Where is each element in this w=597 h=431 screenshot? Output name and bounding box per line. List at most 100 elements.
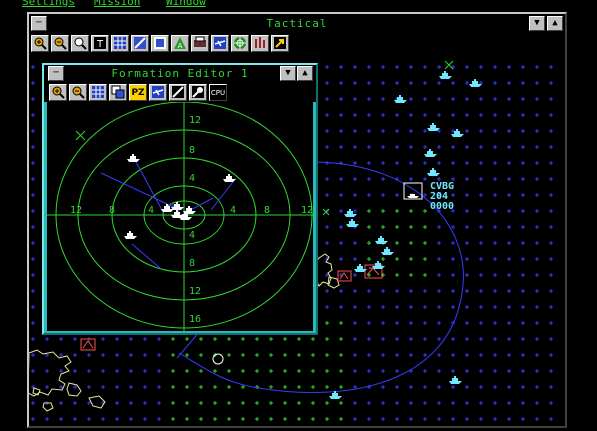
ship-icon[interactable] xyxy=(346,219,359,227)
fe-grid-button[interactable] xyxy=(89,84,107,101)
fe-maximize-button[interactable]: ▲ xyxy=(297,66,313,81)
grid-marker xyxy=(507,385,511,389)
grid-marker xyxy=(493,241,497,245)
grid-marker xyxy=(423,289,427,293)
grid-marker xyxy=(479,353,483,357)
arrow-button[interactable] xyxy=(271,35,289,52)
ship-icon[interactable] xyxy=(223,174,236,182)
grid-marker xyxy=(535,193,539,197)
grid-marker xyxy=(437,417,441,421)
grid-marker xyxy=(451,289,455,293)
formation-editor-titlebar[interactable]: ─ Formation Editor 1 ▼ ▲ xyxy=(44,65,316,83)
grid-marker xyxy=(409,337,413,341)
aircraft-button[interactable] xyxy=(211,35,229,52)
grid-marker xyxy=(535,97,539,101)
ship-icon[interactable] xyxy=(127,154,140,162)
grid-marker xyxy=(549,385,553,389)
grid-marker xyxy=(31,273,35,277)
zoom-in-button[interactable] xyxy=(31,35,49,52)
formation-icon xyxy=(154,37,166,49)
formation-plot: 12 8 4 4 8 12 16 12 8 4 4 8 12 xyxy=(47,102,313,331)
grid-marker xyxy=(479,97,483,101)
text-tool-button[interactable]: T xyxy=(91,35,109,52)
pz-icon: PZ xyxy=(131,88,145,98)
fe-zoom-out-button[interactable] xyxy=(69,84,87,101)
x-marker[interactable] xyxy=(75,130,86,141)
fe-cpu-button[interactable]: CPU xyxy=(209,84,227,101)
grid-marker xyxy=(353,321,357,325)
grid-marker xyxy=(549,305,553,309)
formation-button[interactable] xyxy=(151,35,169,52)
menu-mission[interactable]: Mission xyxy=(94,0,140,8)
formation-editor-title: Formation Editor 1 xyxy=(111,67,249,80)
waypoint-marker[interactable] xyxy=(212,353,224,365)
tactical-minimize-button[interactable]: ▼ xyxy=(529,16,545,31)
ship-icon[interactable] xyxy=(427,123,440,131)
print-button[interactable] xyxy=(191,35,209,52)
menu-window[interactable]: Window xyxy=(166,0,206,8)
tactical-toolbar: T A xyxy=(29,34,565,53)
fe-pz-button[interactable]: PZ xyxy=(129,84,147,101)
x-marker[interactable] xyxy=(322,208,330,216)
ship-icon[interactable] xyxy=(375,236,388,244)
grid-marker xyxy=(437,369,441,373)
grid-button[interactable] xyxy=(111,35,129,52)
fe-wind-button[interactable] xyxy=(169,84,187,101)
grid-marker xyxy=(451,353,455,357)
grid-marker xyxy=(521,337,525,341)
probe-icon xyxy=(192,86,204,98)
grid-marker xyxy=(339,305,343,309)
grid-marker xyxy=(381,385,385,389)
ship-group xyxy=(329,71,482,399)
wind-button[interactable] xyxy=(131,35,149,52)
hostile-base-marker[interactable] xyxy=(80,338,96,351)
fe-copy-button[interactable] xyxy=(109,84,127,101)
arrow-icon xyxy=(274,37,286,49)
grid-marker xyxy=(493,369,497,373)
fe-minimize-button[interactable]: ▼ xyxy=(280,66,296,81)
formation-canvas[interactable]: 12 8 4 4 8 12 16 12 8 4 4 8 12 xyxy=(47,102,313,331)
grid-marker xyxy=(185,337,189,341)
grid-marker xyxy=(325,193,329,197)
grid-marker xyxy=(549,241,553,245)
grid-marker xyxy=(381,209,385,213)
grid-marker xyxy=(423,225,427,229)
grid-marker xyxy=(409,353,413,357)
grid-marker xyxy=(437,401,441,405)
tactical-maximize-button[interactable]: ▲ xyxy=(547,16,563,31)
ring-label: 8 xyxy=(189,258,195,269)
grid-marker xyxy=(507,257,511,261)
grid-marker xyxy=(381,257,385,261)
fe-zoom-in-button[interactable] xyxy=(49,84,67,101)
ship-icon[interactable] xyxy=(427,168,440,176)
grid-marker xyxy=(353,113,357,117)
tactical-titlebar[interactable]: ─ Tactical ▼ ▲ xyxy=(29,14,565,34)
grid-marker xyxy=(339,353,343,357)
grid-marker xyxy=(199,401,203,405)
scale-button[interactable]: A xyxy=(171,35,189,52)
ship-icon[interactable] xyxy=(439,71,452,79)
grid-marker xyxy=(31,97,35,101)
fe-probe-button[interactable] xyxy=(189,84,207,101)
fe-aircraft-button[interactable] xyxy=(149,84,167,101)
grid-marker xyxy=(507,273,511,277)
search-button[interactable] xyxy=(71,35,89,52)
ship-icon[interactable] xyxy=(381,247,394,255)
grid-marker xyxy=(199,337,203,341)
x-marker[interactable] xyxy=(444,60,454,70)
grid-marker xyxy=(507,177,511,181)
menu-settings[interactable]: Settings xyxy=(22,0,75,8)
ship-icon[interactable] xyxy=(449,376,462,384)
bars-button[interactable] xyxy=(251,35,269,52)
grid-marker xyxy=(101,337,105,341)
grid-marker xyxy=(395,209,399,213)
ship-icon[interactable] xyxy=(124,231,137,239)
zoom-out-button[interactable] xyxy=(51,35,69,52)
grid-marker xyxy=(437,305,441,309)
ship-icon[interactable] xyxy=(424,149,437,157)
target-button[interactable] xyxy=(231,35,249,52)
grid-marker xyxy=(353,81,357,85)
grid-marker xyxy=(549,273,553,277)
grid-marker xyxy=(101,385,105,389)
hostile-base-marker[interactable] xyxy=(337,270,352,282)
